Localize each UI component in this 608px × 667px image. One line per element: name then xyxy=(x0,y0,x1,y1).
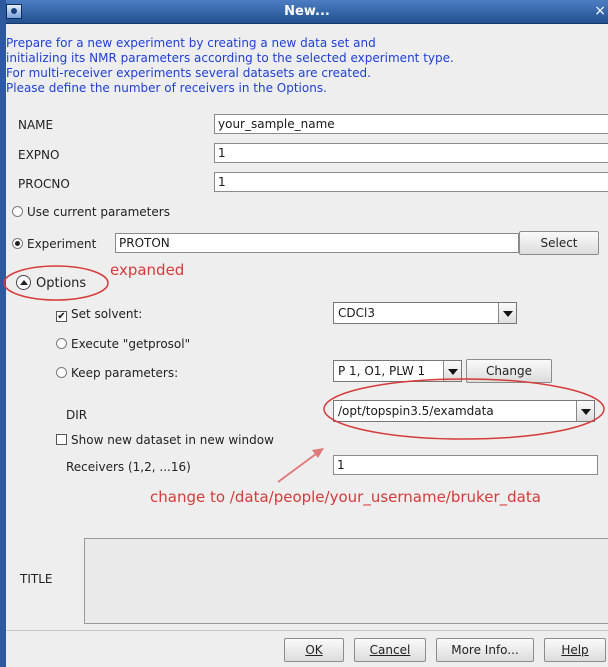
annotation-arrow-line xyxy=(277,450,321,483)
change-dir-annotation: change to /data/people/your_username/bru… xyxy=(150,488,541,506)
dir-highlight-ellipse xyxy=(323,378,605,440)
expanded-annotation: expanded xyxy=(110,261,185,279)
annotation-overlay xyxy=(3,265,605,483)
options-highlight-ellipse xyxy=(3,265,109,301)
